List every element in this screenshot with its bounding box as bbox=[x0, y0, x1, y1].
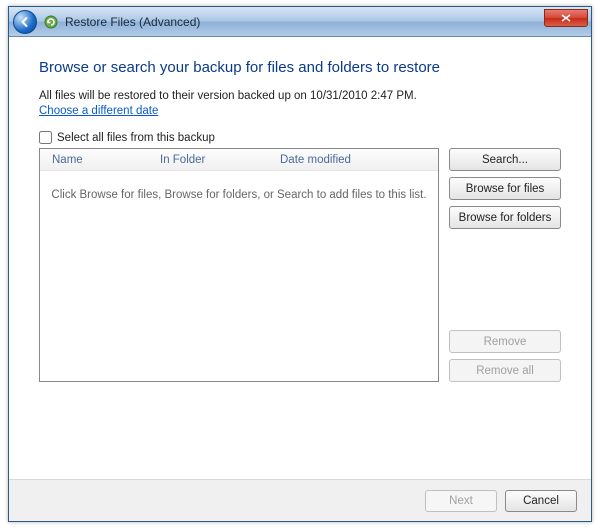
button-spacer bbox=[449, 235, 561, 324]
list-header: Name In Folder Date modified bbox=[40, 149, 438, 171]
column-name[interactable]: Name bbox=[40, 154, 160, 166]
remove-button: Remove bbox=[449, 330, 561, 353]
column-date[interactable]: Date modified bbox=[280, 154, 438, 166]
browse-folders-button[interactable]: Browse for folders bbox=[449, 206, 561, 229]
close-icon bbox=[561, 14, 571, 22]
column-folder[interactable]: In Folder bbox=[160, 154, 280, 166]
page-heading: Browse or search your backup for files a… bbox=[39, 59, 561, 76]
side-buttons: Search... Browse for files Browse for fo… bbox=[449, 148, 561, 382]
info-text: All files will be restored to their vers… bbox=[39, 90, 561, 102]
select-all-label: Select all files from this backup bbox=[57, 132, 215, 144]
back-arrow-icon bbox=[19, 16, 31, 28]
next-button: Next bbox=[425, 490, 497, 512]
title-bar: Restore Files (Advanced) bbox=[9, 7, 591, 37]
restore-icon bbox=[43, 14, 59, 30]
footer: Next Cancel bbox=[9, 479, 591, 521]
choose-date-link[interactable]: Choose a different date bbox=[39, 105, 561, 117]
file-list[interactable]: Name In Folder Date modified Click Brows… bbox=[39, 148, 439, 382]
select-all-checkbox[interactable] bbox=[39, 131, 52, 144]
browse-files-button[interactable]: Browse for files bbox=[449, 177, 561, 200]
screenshot-frame: Restore Files (Advanced) Browse or searc… bbox=[0, 0, 600, 530]
search-button[interactable]: Search... bbox=[449, 148, 561, 171]
select-all-row: Select all files from this backup bbox=[39, 131, 561, 144]
close-button[interactable] bbox=[544, 9, 588, 27]
list-empty-message: Click Browse for files, Browse for folde… bbox=[40, 171, 438, 381]
main-row: Name In Folder Date modified Click Brows… bbox=[39, 148, 561, 382]
window-title: Restore Files (Advanced) bbox=[65, 15, 200, 29]
content-area: Browse or search your backup for files a… bbox=[9, 37, 591, 479]
remove-all-button: Remove all bbox=[449, 359, 561, 382]
dialog-window: Restore Files (Advanced) Browse or searc… bbox=[8, 6, 592, 522]
back-button[interactable] bbox=[13, 10, 37, 34]
content-spacer bbox=[39, 382, 561, 479]
cancel-button[interactable]: Cancel bbox=[505, 490, 577, 512]
